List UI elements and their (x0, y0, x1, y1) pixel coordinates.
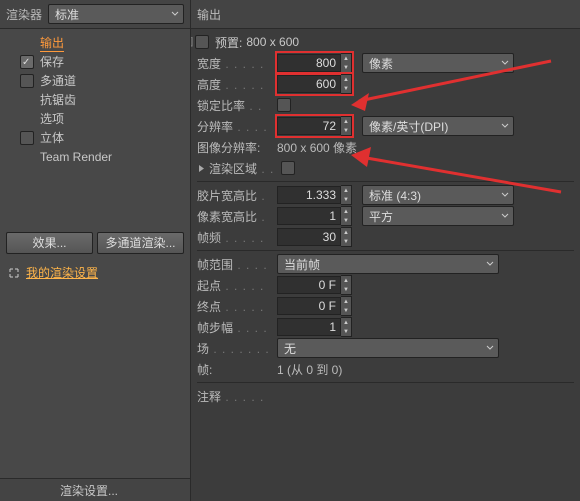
film-aspect-input[interactable]: 1.333 (277, 186, 341, 204)
pixel-aspect-dropdown[interactable]: 平方 (362, 206, 514, 226)
width-input[interactable]: 800 (277, 54, 341, 72)
end-label: 终点 (197, 300, 221, 314)
preset-value: 800 x 600 (246, 35, 299, 49)
tree-item-multipass[interactable]: 多通道 (0, 71, 190, 90)
frames-value: 1 (从 0 到 0) (277, 361, 342, 378)
width-stepper[interactable]: ▲▼ (341, 53, 352, 73)
fps-label: 帧频 (197, 231, 221, 245)
step-stepper[interactable]: ▲▼ (341, 317, 352, 337)
resolution-field-highlight: 72 ▲▼ (277, 116, 352, 136)
footer-label: 渲染设置... (0, 478, 190, 501)
checkbox-icon[interactable] (20, 55, 34, 69)
fps-stepper[interactable]: ▲▼ (341, 227, 352, 247)
resolution-input[interactable]: 72 (277, 117, 341, 135)
start-input[interactable]: 0 F (277, 276, 341, 294)
height-label: 高度 (197, 78, 221, 92)
multipass-button[interactable]: 多通道渲染... (97, 232, 184, 254)
settings-tree: 输出 保存 多通道 抗锯齿 选项 立体 Team Render (0, 29, 190, 228)
image-res-value: 800 x 600 像素 (277, 139, 357, 156)
end-stepper[interactable]: ▲▼ (341, 296, 352, 316)
preset-checkbox[interactable] (195, 35, 209, 49)
checkbox-icon[interactable] (20, 74, 34, 88)
resolution-label: 分辨率 (197, 120, 233, 134)
effects-button[interactable]: 效果... (6, 232, 93, 254)
lock-ratio-label: 锁定比率 (197, 99, 245, 113)
renderer-dropdown[interactable]: 标准 (48, 4, 184, 24)
step-input[interactable]: 1 (277, 318, 341, 336)
expand-icon (8, 267, 20, 279)
collapse-icon[interactable] (191, 37, 193, 47)
renderer-label: 渲染器 (6, 6, 42, 23)
step-label: 帧步幅 (197, 321, 233, 335)
pixel-aspect-input[interactable]: 1 (277, 207, 341, 225)
tree-item-stereo[interactable]: 立体 (0, 128, 190, 147)
end-input[interactable]: 0 F (277, 297, 341, 315)
frame-range-dropdown[interactable]: 当前帧 (277, 254, 499, 274)
tree-item-options[interactable]: 选项 (0, 109, 190, 128)
chevron-down-icon (501, 212, 509, 220)
film-aspect-stepper[interactable]: ▲▼ (341, 185, 352, 205)
chevron-down-icon (486, 344, 494, 352)
chevron-down-icon (501, 122, 509, 130)
chevron-down-icon (486, 260, 494, 268)
start-stepper[interactable]: ▲▼ (341, 275, 352, 295)
chevron-down-icon (501, 59, 509, 67)
tree-item-output[interactable]: 输出 (0, 33, 190, 52)
film-aspect-dropdown[interactable]: 标准 (4:3) (362, 185, 514, 205)
resolution-stepper[interactable]: ▲▼ (341, 116, 352, 136)
field-label: 场 (197, 342, 209, 356)
render-region-checkbox[interactable] (281, 161, 295, 175)
start-label: 起点 (197, 279, 221, 293)
pixel-aspect-stepper[interactable]: ▲▼ (341, 206, 352, 226)
field-dropdown[interactable]: 无 (277, 338, 499, 358)
renderer-value: 标准 (55, 6, 79, 23)
chevron-down-icon (501, 191, 509, 199)
my-render-settings-link[interactable]: 我的渲染设置 (26, 264, 98, 281)
tree-item-team[interactable]: Team Render (0, 147, 190, 166)
triangle-right-icon[interactable] (197, 164, 206, 173)
width-unit-dropdown[interactable]: 像素 (362, 53, 514, 73)
lock-ratio-checkbox[interactable] (277, 98, 291, 112)
pixel-aspect-label: 像素宽高比 (197, 210, 257, 224)
width-label: 宽度 (197, 57, 221, 71)
resolution-unit-dropdown[interactable]: 像素/英寸(DPI) (362, 116, 514, 136)
height-input[interactable]: 600 (277, 75, 341, 93)
panel-title: 输出 (197, 6, 221, 23)
notes-label: 注释 (197, 390, 221, 404)
height-field-highlight: 600 ▲▼ (277, 74, 352, 94)
chevron-down-icon (171, 10, 179, 18)
height-stepper[interactable]: ▲▼ (341, 74, 352, 94)
render-region-label: 渲染区域 (209, 162, 257, 176)
width-field-highlight: 800 ▲▼ (277, 53, 352, 73)
tree-item-aa[interactable]: 抗锯齿 (0, 90, 190, 109)
tree-item-save[interactable]: 保存 (0, 52, 190, 71)
frame-range-label: 帧范围 (197, 258, 233, 272)
frames-label: 帧: (197, 361, 277, 378)
fps-input[interactable]: 30 (277, 228, 341, 246)
image-res-label: 图像分辨率: (197, 139, 277, 156)
checkbox-icon[interactable] (20, 131, 34, 145)
film-aspect-label: 胶片宽高比 (197, 189, 257, 203)
preset-label: 预置: (215, 34, 242, 51)
